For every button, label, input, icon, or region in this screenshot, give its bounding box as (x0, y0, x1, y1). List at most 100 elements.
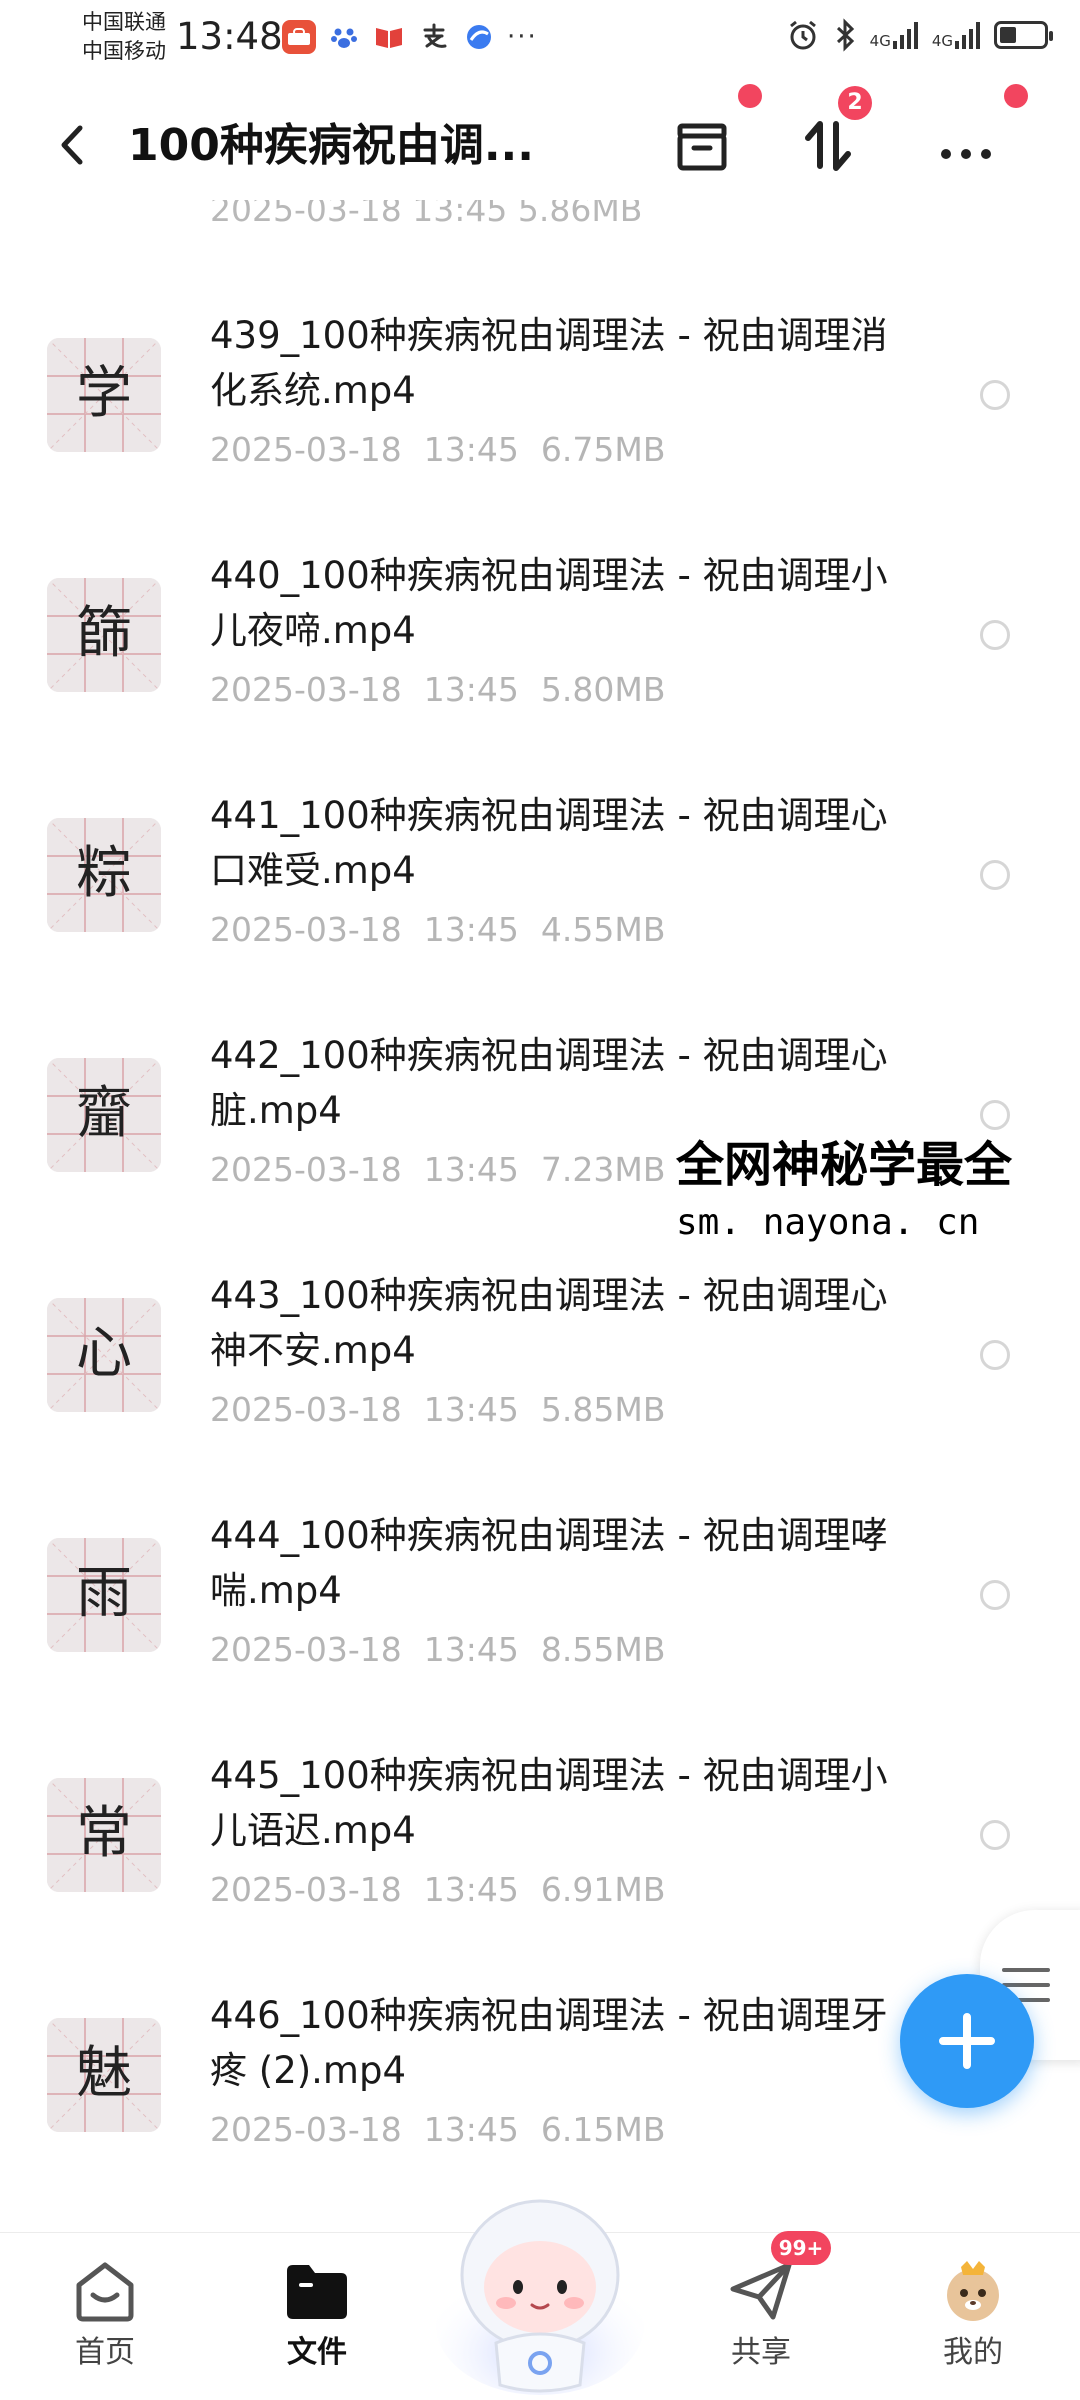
carrier-1: 中国联通 (82, 10, 166, 34)
video-thumbnail: 魅 (47, 2018, 161, 2132)
video-thumbnail: 粽 (47, 818, 161, 932)
archive-icon (677, 123, 727, 171)
file-date: 2025-03-18 (210, 670, 402, 709)
system-status-icons: 4G 4G (786, 18, 1053, 52)
book-icon (372, 20, 406, 54)
sort-icon (805, 121, 851, 171)
file-meta: 2025-03-18 13:45 5.85MB (210, 1390, 665, 1429)
share-badge: 99+ (771, 2231, 831, 2265)
file-meta: 2025-03-18 13:45 5.80MB (210, 670, 665, 709)
nav-home-label: 首页 (75, 2335, 135, 2370)
video-thumbnail: 常 (47, 1778, 161, 1892)
file-size: 8.55MB (540, 1630, 666, 1669)
more-notification-dot (1004, 84, 1028, 108)
video-thumbnail: 学 (47, 338, 161, 452)
notification-icons: ··· (282, 20, 538, 54)
add-button[interactable] (900, 1974, 1034, 2108)
nav-files-label: 文件 (287, 2335, 347, 2370)
back-button[interactable] (52, 120, 92, 170)
list-item[interactable]: 学 439_100种疾病祝由调理法 - 祝由调理消化系统.mp4 2025-03-1… (0, 308, 1080, 553)
svg-text:学: 学 (76, 361, 132, 426)
select-radio[interactable] (980, 1820, 1010, 1850)
select-radio[interactable] (980, 1340, 1010, 1370)
file-date: 2025-03-18 (210, 910, 402, 949)
file-size: 6.75MB (540, 430, 666, 469)
file-time: 13:45 (423, 430, 519, 469)
file-time: 13:45 (423, 2110, 519, 2149)
select-radio[interactable] (980, 1580, 1010, 1610)
file-name: 440_100种疾病祝由调理法 - 祝由调理小儿夜啼.mp4 (210, 554, 888, 652)
nav-share[interactable]: 99+ 共享 (696, 2231, 831, 2373)
plus-icon (939, 2013, 995, 2069)
app-screen: 中国联通 中国移动 13:48 ··· 4G 4G 2025-03-18 13:… (0, 0, 1080, 2400)
file-date: 2025-03-18 (210, 430, 402, 469)
nav-mine-label: 我的 (943, 2335, 1003, 2370)
watermark-overlay: 全网神秘学最全 sm. nayona. cn (676, 1130, 1080, 1254)
file-name: 446_100种疾病祝由调理法 - 祝由调理牙疼 (2).mp4 (210, 1994, 888, 2092)
assistant-mascot-button[interactable] (432, 2175, 648, 2400)
file-size: 5.80MB (540, 670, 666, 709)
signal-1-icon: 4G (870, 21, 918, 49)
status-bar: 中国联通 中国移动 13:48 ··· 4G 4G (0, 0, 1080, 80)
svg-text:雨: 雨 (76, 1561, 132, 1626)
file-date: 2025-03-18 (210, 1870, 402, 1909)
paw-icon (327, 20, 361, 54)
file-meta: 2025-03-18 13:45 8.55MB (210, 1630, 665, 1669)
watermark-line-1: 全网神秘学最全 (676, 1137, 1013, 1193)
select-radio[interactable] (980, 620, 1010, 650)
sort-button[interactable] (796, 114, 860, 178)
video-thumbnail: 雨 (47, 1538, 161, 1652)
archive-notification-dot (738, 84, 762, 108)
svg-text:篩: 篩 (76, 601, 132, 666)
file-name: 441_100种疾病祝由调理法 - 祝由调理心口难受.mp4 (210, 794, 888, 892)
list-item[interactable]: 雨 444_100种疾病祝由调理法 - 祝由调理哮喘.mp4 2025-03-18 1… (0, 1508, 1080, 1753)
more-button[interactable] (934, 114, 998, 178)
bluetooth-icon (836, 18, 854, 52)
file-size: 6.91MB (540, 1870, 666, 1909)
home-icon (71, 2257, 139, 2325)
file-time: 13:45 (423, 1630, 519, 1669)
file-size: 7.23MB (540, 1150, 666, 1189)
page-title: 100种疾病祝由调... (128, 120, 534, 171)
nav-mine[interactable]: 我的 (908, 2257, 1038, 2373)
select-radio[interactable] (980, 380, 1010, 410)
select-radio[interactable] (980, 1100, 1010, 1130)
select-radio[interactable] (980, 860, 1010, 890)
watermark-line-2: sm. nayona. cn (676, 1202, 980, 1243)
network-type-2: 4G (931, 32, 953, 50)
list-item[interactable]: 心 443_100种疾病祝由调理法 - 祝由调理心神不安.mp4 2025-03-1… (0, 1268, 1080, 1513)
alarm-icon (789, 20, 816, 50)
avatar (939, 2257, 1007, 2325)
list-item[interactable]: 粽 441_100种疾病祝由调理法 - 祝由调理心口难受.mp4 2025-03-1… (0, 788, 1080, 1033)
video-thumbnail: 篩 (47, 578, 161, 692)
nav-files[interactable]: 文件 (252, 2257, 382, 2373)
carrier-info: 中国联通 中国移动 (82, 8, 166, 66)
file-meta: 2025-03-18 13:45 4.55MB (210, 910, 665, 949)
file-meta: 2025-03-18 13:45 7.23MB (210, 1150, 665, 1189)
file-date: 2025-03-18 (210, 1150, 402, 1189)
file-size: 6.15MB (540, 2110, 666, 2149)
list-item[interactable]: 常 445_100种疾病祝由调理法 - 祝由调理小儿语迟.mp4 2025-03-1… (0, 1748, 1080, 1993)
sort-badge: 2 (838, 86, 872, 120)
alipay-icon (417, 20, 451, 54)
file-time: 13:45 (423, 910, 519, 949)
list-item[interactable]: 篩 440_100种疾病祝由调理法 - 祝由调理小儿夜啼.mp4 2025-03-1… (0, 548, 1080, 793)
file-date: 2025-03-18 (210, 1390, 402, 1429)
video-thumbnail: 齏 (47, 1058, 161, 1172)
nav-home[interactable]: 首页 (40, 2257, 170, 2373)
archive-button[interactable] (670, 114, 734, 178)
file-meta: 2025-03-18 13:45 6.91MB (210, 1870, 665, 1909)
carrier-2: 中国移动 (82, 39, 166, 63)
file-name: 444_100种疾病祝由调理法 - 祝由调理哮喘.mp4 (210, 1514, 888, 1612)
video-thumbnail: 心 (47, 1298, 161, 1412)
svg-text:常: 常 (76, 1801, 132, 1866)
top-bar: 100种疾病祝由调... 2 (0, 84, 1080, 200)
shopping-app-icon (282, 20, 316, 54)
file-time: 13:45 (423, 1390, 519, 1429)
browser-icon (462, 20, 496, 54)
more-notifications-icon: ··· (507, 22, 538, 52)
svg-text:粽: 粽 (76, 841, 132, 906)
file-meta: 2025-03-18 13:45 6.75MB (210, 430, 665, 469)
file-name: 442_100种疾病祝由调理法 - 祝由调理心脏.mp4 (210, 1034, 888, 1132)
file-meta: 2025-03-18 13:45 6.15MB (210, 2110, 665, 2149)
